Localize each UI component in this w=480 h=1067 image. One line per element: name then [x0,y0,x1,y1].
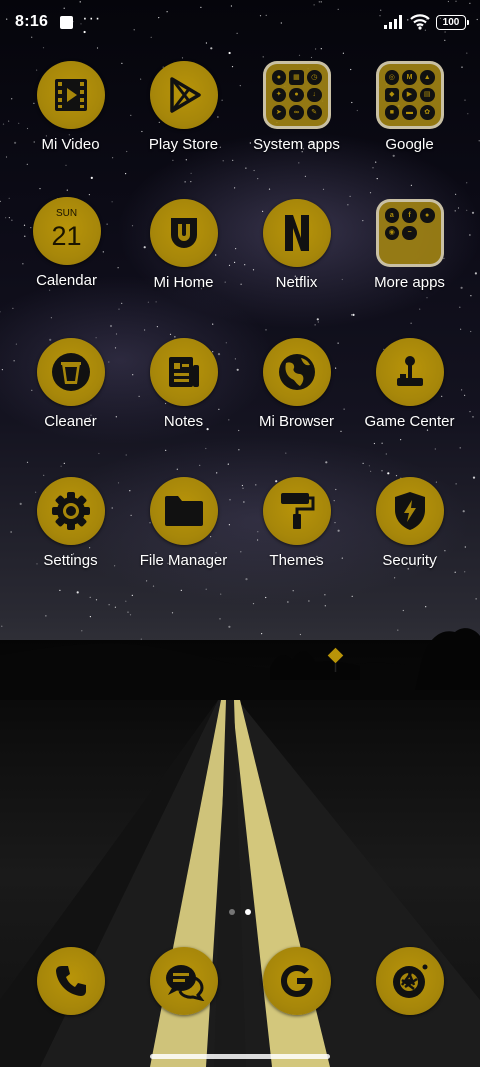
app-mi-video[interactable]: Mi Video [14,61,127,181]
tools-mini-icon: ✎ [306,105,322,120]
empty-slot [420,226,435,241]
google-icon [281,965,313,997]
app-label: Settings [43,552,98,569]
calculator-mini-icon: ▦ [289,70,304,85]
home-indicator[interactable] [150,1054,330,1059]
app-label: Security [382,552,437,569]
signal-icon [384,15,402,29]
dock-messages[interactable] [150,947,218,1015]
empty-slot [402,243,417,258]
netflix-icon [262,199,331,267]
folder-system-apps[interactable]: ● ▦ ◷ ✦ ● ↓ ➤ ∞ ✎ System apps [240,61,353,181]
paint-roller-icon [262,477,331,545]
send-mini-icon: ➤ [271,105,287,120]
app-label: Calendar [36,272,97,289]
battery-level: 100 [442,16,460,28]
clock-mini-icon: ◷ [306,70,322,85]
calendar-date: 21 [51,221,82,251]
app-label: Mi Video [41,136,100,153]
gear-icon [36,477,105,545]
app-netflix[interactable]: Netflix [240,199,353,319]
recorder-mini-icon: ● [289,87,304,103]
messages-icon [166,965,205,1001]
video-icon [36,61,105,129]
app-mini-icon: − [402,225,417,241]
drive-mini-icon: ▲ [419,70,435,85]
wifi-icon [410,14,430,30]
app-label: File Manager [139,552,228,569]
status-icons: 100 [384,14,469,30]
app-game-center[interactable]: Game Center [353,338,466,458]
dock-camera[interactable] [376,947,444,1015]
app-play-store[interactable]: Play Store [127,61,240,181]
empty-slot [385,243,400,258]
app-label: More apps [374,274,445,291]
app-security[interactable]: Security [353,477,466,597]
app-label: Mi Browser [258,413,334,430]
notes-icon [149,338,218,406]
more-notifications-indicator: ··· [82,10,102,27]
dock-google[interactable] [263,947,331,1015]
app-label: Themes [269,552,324,569]
amazon-mini-icon: a [384,208,400,223]
page-dot-active[interactable] [245,909,251,915]
folder-more-apps[interactable]: a f ● ◉ − More apps [353,199,466,319]
app-calendar[interactable]: SUN 21 Calendar [10,197,123,317]
shield-bolt-icon [375,477,444,545]
phone-icon [56,966,86,996]
app-settings[interactable]: Settings [14,477,127,597]
folder-icon: ◎ M ▲ ◆ ▶ ▤ ■ ▬ ✿ [375,61,444,129]
app-mini-icon: ◉ [384,225,400,241]
battery-icon: 100 [436,14,469,30]
calendar-day: SUN [55,208,78,219]
facebook-mini-icon: f [402,208,417,223]
page-dot[interactable] [229,909,235,915]
page-indicator [0,909,480,915]
camera-icon [393,964,428,998]
photos-mini-icon: ✿ [419,105,435,120]
app-label: System apps [253,136,340,153]
app-label: Notes [163,413,204,430]
app-label: Mi Home [153,274,214,291]
contacts-mini-icon: ● [271,70,287,85]
infinity-mini-icon: ∞ [289,105,304,120]
app-cleaner[interactable]: Cleaner [14,338,127,458]
app-themes[interactable]: Themes [240,477,353,597]
chrome-mini-icon: ◎ [384,70,400,85]
status-bar: 8:16 ··· 100 [0,0,480,44]
joystick-icon [375,338,444,406]
gmail-mini-icon: M [402,70,417,85]
calendar-icon: SUN 21 [32,197,101,265]
trash-icon [36,338,105,406]
app-file-manager[interactable]: File Manager [127,477,240,597]
globe-icon [262,338,331,406]
dock-phone[interactable] [37,947,105,1015]
notification-square-icon [60,15,74,29]
maps-mini-icon: ◆ [384,87,400,103]
app-label: Play Store [148,136,219,153]
compass-mini-icon: ✦ [271,87,287,103]
folder-icon: ● ▦ ◷ ✦ ● ↓ ➤ ∞ ✎ [262,61,331,129]
status-time: 8:16 [15,13,49,30]
app-mi-browser[interactable]: Mi Browser [240,338,353,458]
folder-google[interactable]: ◎ M ▲ ◆ ▶ ▤ ■ ▬ ✿ Google [353,61,466,181]
app-label: Google [385,136,434,153]
mi-home-icon [149,199,218,267]
app-label: Netflix [275,274,318,291]
play-store-icon [149,61,218,129]
youtube-mini-icon: ▶ [402,87,417,103]
meet-mini-icon: ▬ [402,105,417,120]
app-mi-home[interactable]: Mi Home [127,199,240,319]
docs-mini-icon: ▤ [419,87,435,103]
app-notes[interactable]: Notes [127,338,240,458]
folder-file-icon [149,477,218,545]
empty-slot [420,243,435,258]
app-label: Cleaner [44,413,97,430]
app-mini-icon: ● [419,208,435,223]
app-label: Game Center [364,413,455,430]
duo-mini-icon: ■ [384,105,400,120]
download-mini-icon: ↓ [306,87,322,103]
folder-icon: a f ● ◉ − [375,199,444,267]
